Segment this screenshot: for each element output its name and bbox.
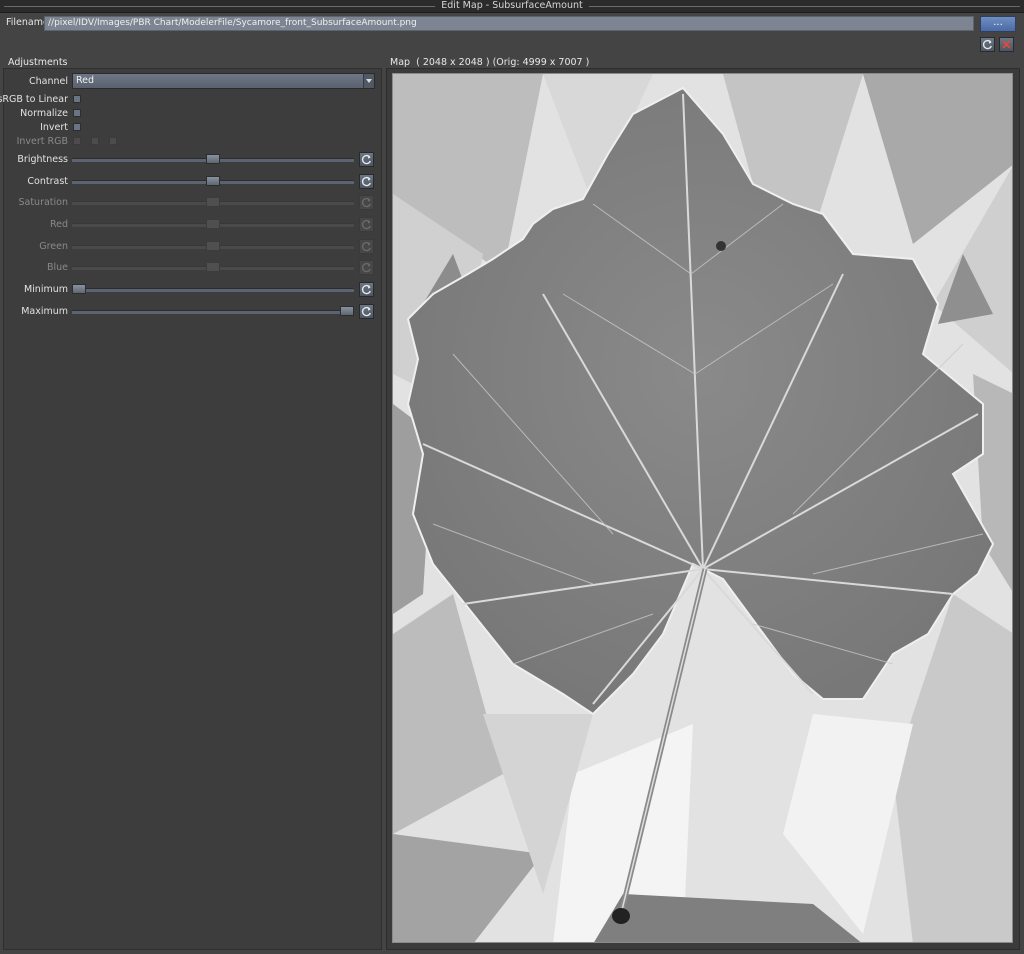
saturation-label: Saturation — [18, 197, 68, 208]
adjustments-title: Adjustments — [8, 57, 68, 68]
map-label: Map — [390, 57, 411, 68]
normalize-label: Normalize — [20, 108, 68, 119]
green-reset-button[interactable] — [359, 239, 374, 254]
refresh-icon — [361, 219, 371, 230]
contrast-reset-button[interactable] — [359, 174, 374, 189]
minimum-slider-thumb[interactable] — [72, 284, 86, 294]
srgb-to-linear-label: sRGB to Linear — [0, 94, 68, 105]
invert-rgb-label: Invert RGB — [16, 136, 68, 147]
channel-select[interactable]: Red — [72, 73, 375, 89]
clear-button[interactable] — [999, 37, 1014, 52]
blue-label: Blue — [46, 262, 68, 273]
refresh-icon — [361, 262, 371, 273]
map-preview[interactable] — [392, 73, 1013, 943]
invert-red-checkbox[interactable] — [73, 137, 81, 145]
brightness-reset-button[interactable] — [359, 152, 374, 167]
refresh-icon — [361, 284, 371, 295]
map-header: Map ( 2048 x 2048 ) (Orig: 4999 x 7007 ) — [390, 57, 589, 68]
refresh-icon — [361, 154, 371, 165]
map-size-info: ( 2048 x 2048 ) (Orig: 4999 x 7007 ) — [416, 57, 590, 68]
contrast-label: Contrast — [27, 176, 68, 187]
minimum-reset-button[interactable] — [359, 282, 374, 297]
minimum-label: Minimum — [23, 284, 68, 295]
saturation-slider-thumb[interactable] — [206, 197, 220, 207]
channel-value: Red — [76, 75, 95, 86]
maximum-slider-thumb[interactable] — [340, 306, 354, 316]
maximum-reset-button[interactable] — [359, 304, 374, 319]
contrast-slider-thumb[interactable] — [206, 176, 220, 186]
window-title: Edit Map - SubsurfaceAmount — [435, 0, 589, 11]
reload-button[interactable] — [980, 37, 995, 52]
invert-label: Invert — [40, 122, 68, 133]
red-label: Red — [49, 219, 68, 230]
normalize-checkbox[interactable] — [73, 109, 81, 117]
filename-label: Filename — [6, 17, 49, 28]
refresh-icon — [361, 241, 371, 252]
blue-slider-thumb[interactable] — [206, 262, 220, 272]
refresh-icon — [361, 306, 371, 317]
chevron-down-icon — [363, 74, 374, 88]
filename-field[interactable]: //pixel/IDV/Images/PBR Chart/ModelerFile… — [44, 16, 974, 31]
brightness-slider-thumb[interactable] — [206, 154, 220, 164]
green-slider-thumb[interactable] — [206, 241, 220, 251]
channel-label: Channel — [28, 76, 68, 87]
browse-button[interactable]: ... — [980, 16, 1016, 32]
refresh-icon — [361, 197, 371, 208]
window-title-bar: Edit Map - SubsurfaceAmount — [0, 0, 1024, 13]
srgb-to-linear-checkbox[interactable] — [73, 95, 81, 103]
leaf-texture-image — [393, 74, 1012, 942]
brightness-label: Brightness — [17, 154, 68, 165]
invert-checkbox[interactable] — [73, 123, 81, 131]
saturation-reset-button[interactable] — [359, 195, 374, 210]
close-icon — [1002, 40, 1011, 49]
invert-blue-checkbox[interactable] — [109, 137, 117, 145]
maximum-slider-track[interactable] — [72, 310, 354, 314]
green-label: Green — [39, 241, 68, 252]
red-slider-thumb[interactable] — [206, 219, 220, 229]
refresh-icon — [982, 39, 992, 50]
blue-reset-button[interactable] — [359, 260, 374, 275]
red-reset-button[interactable] — [359, 217, 374, 232]
invert-green-checkbox[interactable] — [91, 137, 99, 145]
refresh-icon — [361, 176, 371, 187]
maximum-label: Maximum — [21, 306, 68, 317]
minimum-slider-track[interactable] — [72, 288, 354, 292]
